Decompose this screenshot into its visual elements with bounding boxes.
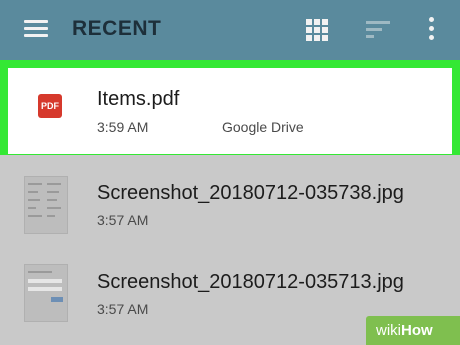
- file-time: 3:59 AM: [97, 119, 149, 135]
- hamburger-menu-icon[interactable]: [24, 20, 48, 38]
- page-title: RECENT: [72, 17, 162, 40]
- file-row-highlight: [8, 68, 452, 154]
- recent-files-list: PDF Items.pdf 3:59 AM Google Drive Scree…: [0, 60, 460, 345]
- pdf-icon: PDF: [38, 94, 62, 118]
- file-name: Screenshot_20180712-035713.jpg: [97, 271, 404, 293]
- file-time: 3:57 AM: [97, 301, 149, 317]
- file-time: 3:57 AM: [97, 212, 149, 228]
- image-thumbnail-icon: [24, 264, 68, 322]
- sort-icon[interactable]: [366, 21, 390, 39]
- file-row-items-pdf[interactable]: PDF Items.pdf 3:59 AM Google Drive: [0, 60, 460, 155]
- file-name: Items.pdf: [97, 88, 180, 110]
- file-source: Google Drive: [222, 119, 304, 135]
- app-toolbar: RECENT: [0, 0, 460, 60]
- wikihow-watermark: wikiHow: [366, 316, 460, 345]
- file-row-screenshot-1[interactable]: Screenshot_20180712-035738.jpg 3:57 AM: [0, 163, 460, 258]
- image-thumbnail-icon: [24, 176, 68, 234]
- watermark-part2: How: [401, 322, 433, 339]
- file-name: Screenshot_20180712-035738.jpg: [97, 182, 404, 204]
- grid-view-icon[interactable]: [306, 19, 328, 41]
- watermark-part1: wiki: [376, 322, 401, 339]
- more-vertical-icon[interactable]: [428, 17, 434, 41]
